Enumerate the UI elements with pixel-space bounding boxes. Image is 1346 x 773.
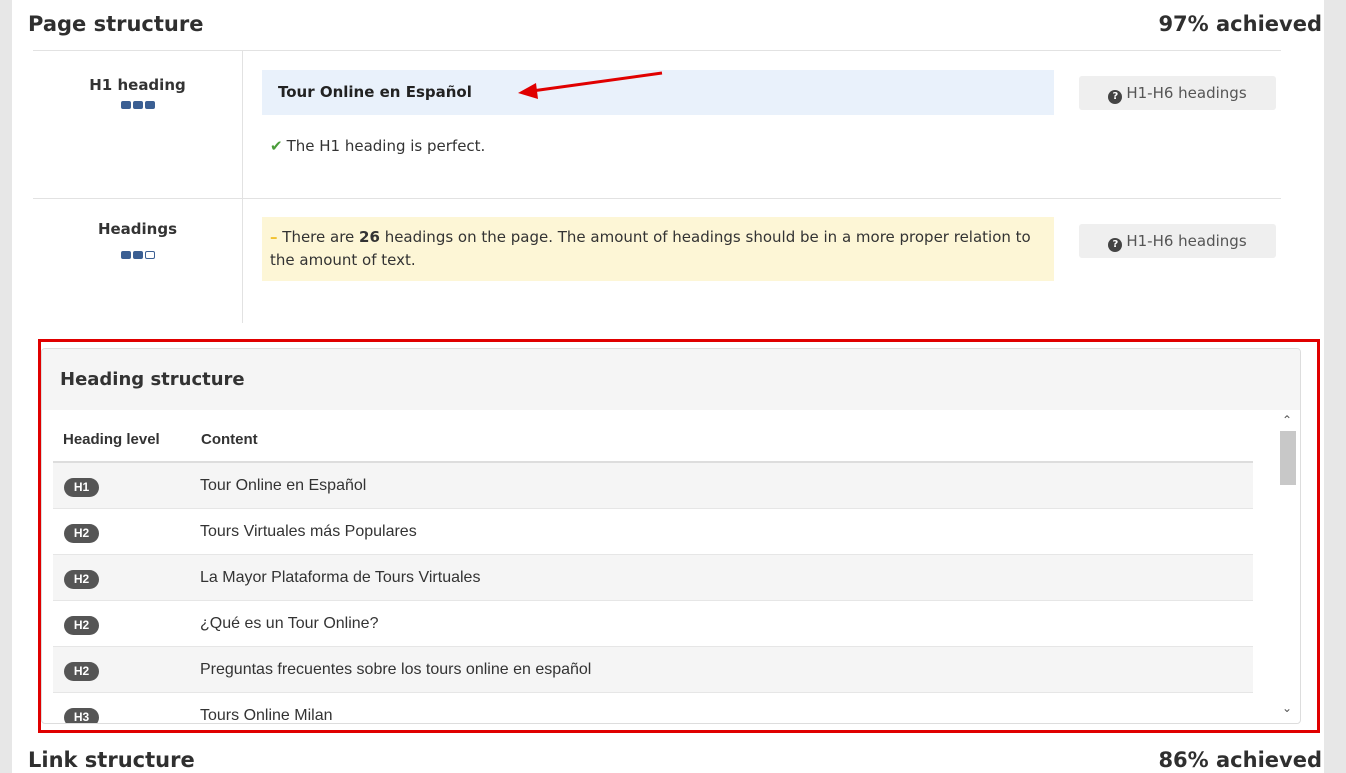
h1-value: Tour Online en Español — [278, 83, 472, 101]
red-arrow — [518, 71, 663, 99]
warning-dash-icon: – — [270, 228, 278, 246]
rating-dot-filled — [132, 251, 143, 259]
check-icon: ✔ — [270, 137, 283, 155]
highlight-box — [38, 339, 1320, 733]
rating-dot-filled — [120, 101, 131, 109]
page-structure-title: Page structure — [28, 12, 204, 36]
headings-count: 26 — [359, 228, 380, 246]
page-structure-score: 97% achieved — [1158, 12, 1322, 36]
headings-label: Headings — [97, 220, 178, 238]
h1-help-label: H1-H6 headings — [1126, 84, 1247, 102]
headings-warning: – There are 26 headings on the page. The… — [262, 217, 1054, 281]
question-icon: ? — [1108, 90, 1123, 104]
rating-dot-filled — [120, 251, 131, 259]
divider — [33, 50, 1281, 51]
headings-msg-pre: There are — [282, 228, 360, 246]
link-structure-title: Link structure — [28, 748, 195, 772]
column-divider — [242, 199, 243, 323]
divider — [33, 198, 1281, 199]
h1-status: ✔ The H1 heading is perfect. — [270, 137, 485, 155]
question-icon: ? — [1108, 238, 1123, 252]
column-divider — [242, 51, 243, 198]
h1-help-button[interactable]: ? H1-H6 headings — [1079, 76, 1276, 110]
headings-msg-post: headings on the page. The amount of head… — [270, 228, 1031, 269]
rating-dot-filled — [144, 101, 155, 109]
h1-heading-label: H1 heading — [89, 76, 186, 94]
rating-dot-filled — [132, 101, 143, 109]
rating-dot-empty — [144, 251, 155, 259]
link-structure-score: 86% achieved — [1158, 748, 1322, 772]
headings-help-button[interactable]: ? H1-H6 headings — [1079, 224, 1276, 258]
headings-help-label: H1-H6 headings — [1126, 232, 1247, 250]
h1-heading-rating — [33, 101, 242, 109]
headings-rating — [33, 251, 242, 259]
h1-status-text: The H1 heading is perfect. — [286, 137, 486, 155]
